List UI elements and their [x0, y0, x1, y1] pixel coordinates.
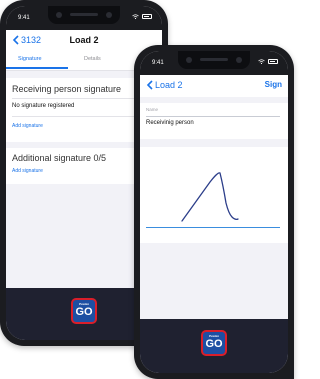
sign-button[interactable]: Sign [265, 80, 282, 89]
go-logo-text: GO [75, 306, 93, 318]
additional-title: Additional signature 0/5 [12, 153, 107, 163]
go-logo-inner: Posten GO [73, 300, 95, 322]
status-icons [258, 59, 278, 64]
receiving-title: Receiving person signature [12, 84, 122, 94]
status-bar: 9:41 [140, 51, 288, 75]
bottom-bar: Posten GO [140, 319, 288, 373]
no-signature-text: No signature registered [12, 103, 75, 109]
go-logo: Posten GO [71, 298, 97, 324]
wifi-icon [132, 14, 139, 19]
status-time: 9:41 [152, 60, 164, 66]
chevron-left-icon [146, 80, 153, 90]
sensor-icon [106, 12, 112, 18]
signature-baseline [146, 227, 280, 228]
phone-front: 9:41 Load 2 Sign Name Receivinig person … [134, 45, 294, 379]
sensor-icon [236, 57, 242, 63]
signature-pad[interactable] [140, 147, 288, 243]
camera-icon [56, 12, 62, 18]
phone-front-screen: 9:41 Load 2 Sign Name Receivinig person … [140, 51, 288, 373]
add-additional-signature-link[interactable]: Add signature [12, 168, 43, 174]
nav-bar: 3132 Load 2 [6, 30, 162, 52]
battery-icon [142, 14, 152, 19]
wifi-icon [258, 59, 265, 64]
notch [178, 51, 250, 69]
tab-details[interactable]: Details [84, 56, 101, 62]
name-field[interactable]: Receivinig person [146, 120, 194, 126]
name-field-label: Name [146, 107, 159, 112]
status-bar: 9:41 [6, 6, 162, 30]
speaker-icon [200, 58, 228, 61]
signature-stroke [181, 172, 239, 222]
notch [48, 6, 120, 24]
name-field-underline [146, 116, 280, 117]
status-icons [132, 14, 152, 19]
add-signature-link[interactable]: Add signature [12, 123, 43, 129]
nav-bar: Load 2 Sign [140, 75, 288, 97]
go-logo-inner: Posten GO [203, 332, 225, 354]
tab-signature[interactable]: Signature [18, 56, 42, 62]
name-field-section: Name Receivinig person [140, 103, 288, 139]
tab-underline [6, 67, 68, 69]
back-label: Load 2 [155, 80, 183, 90]
go-logo-text: GO [205, 338, 223, 350]
page-title: Load 2 [69, 35, 99, 45]
back-button[interactable]: Load 2 [146, 80, 183, 90]
go-logo: Posten GO [201, 330, 227, 356]
battery-icon [268, 59, 278, 64]
speaker-icon [70, 13, 98, 16]
status-time: 9:41 [18, 15, 30, 21]
camera-icon [186, 57, 192, 63]
